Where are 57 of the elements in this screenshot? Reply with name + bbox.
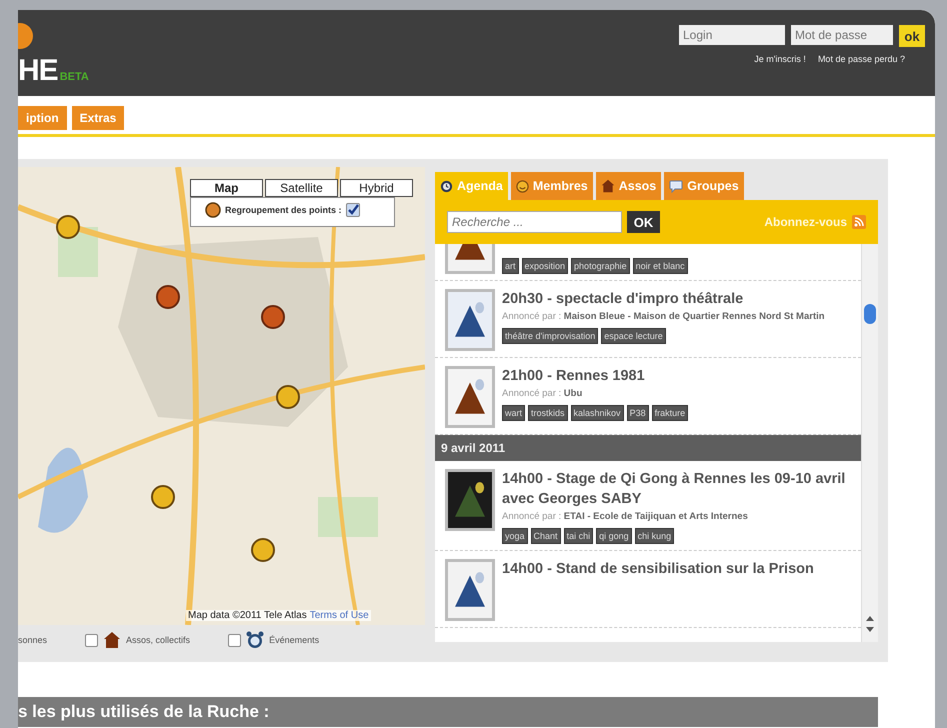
password-field[interactable]: Mot de passe	[791, 25, 893, 45]
header-link[interactable]: Mot de passe perdu ?	[818, 54, 905, 64]
login-button[interactable]: ok	[899, 25, 925, 47]
event-title[interactable]: 14h00 - Stand de sensibilisation sur la Prison	[502, 559, 814, 579]
house-icon	[600, 179, 615, 193]
section-header: s les plus utilisés de la Ruche :	[18, 697, 878, 727]
legend-label: sonnes	[18, 635, 48, 645]
tag[interactable]: kalashnikov	[570, 405, 624, 421]
scroll-thumb[interactable]	[864, 304, 876, 324]
logo-text: HE	[18, 54, 58, 88]
tag[interactable]: yoga	[502, 528, 528, 544]
tag[interactable]: P38	[626, 405, 649, 421]
login-field[interactable]: Login	[679, 25, 785, 45]
map-type-button[interactable]: Hybrid	[340, 179, 413, 197]
clock-icon	[440, 180, 453, 192]
event-title[interactable]: 14h00 - Stage de Qi Gong à Rennes les 09-10 avril avec Georges SABY	[502, 469, 853, 509]
cluster-marker-icon	[205, 202, 221, 218]
event-title[interactable]: 20h30 - spectacle d'impro théâtrale	[502, 289, 825, 309]
tag[interactable]: Chant	[530, 528, 561, 544]
map-type-button[interactable]: Map	[190, 179, 263, 197]
map-attribution: Map data ©2011 Tele Atlas	[188, 610, 307, 621]
tag[interactable]: espace lecture	[601, 328, 666, 344]
tag[interactable]: chi kung	[634, 528, 674, 544]
tag[interactable]: trostkids	[528, 405, 568, 421]
event-author: Annoncé par : Ubu	[502, 387, 584, 400]
smiley-icon	[516, 180, 529, 192]
tag[interactable]: wart	[502, 405, 526, 421]
date-header: 9 avril 2011	[435, 435, 861, 461]
tag[interactable]: photographie	[571, 258, 630, 274]
scrollbar[interactable]	[861, 244, 878, 642]
scroll-arrows-icon[interactable]	[865, 614, 875, 634]
legend-checkbox[interactable]	[85, 634, 98, 646]
search-field[interactable]: Recherche ...	[447, 211, 622, 233]
alarm-clock-icon	[246, 631, 264, 649]
search-button[interactable]: OK	[627, 211, 660, 233]
tag[interactable]: art	[502, 258, 519, 274]
tag[interactable]: tai chi	[564, 528, 594, 544]
legend-checkbox[interactable]	[228, 634, 242, 646]
speech-bubble-icon	[669, 180, 684, 192]
clustering-checkbox[interactable]	[346, 203, 360, 217]
event-author: Annoncé par : ETAI - Ecole de Taijiquan et Arts Internes	[502, 510, 749, 523]
terms-link[interactable]: Terms of Use	[310, 610, 369, 621]
clustering-label: Regroupement des points :	[225, 205, 342, 215]
tag[interactable]: théâtre d'improvisation	[502, 328, 598, 344]
tag[interactable]: exposition	[522, 258, 568, 274]
header-link[interactable]: Je m'inscris !	[754, 54, 806, 64]
beta-label: BETA	[60, 71, 89, 83]
tag[interactable]: qi gong	[596, 528, 632, 544]
legend-label: Événements	[269, 635, 320, 645]
event-title[interactable]: 21h00 - Rennes 1981	[502, 366, 688, 386]
tag[interactable]: noir et blanc	[632, 258, 688, 274]
event-author: Annoncé par : Maison Bleue - Maison de Quartier Rennes Nord St Martin	[502, 310, 825, 323]
house-icon	[103, 631, 122, 649]
tag[interactable]: frakture	[652, 405, 688, 421]
legend-label: Assos, collectifs	[126, 635, 190, 645]
map-type-button[interactable]: Satellite	[265, 179, 338, 197]
rss-icon	[852, 215, 866, 229]
